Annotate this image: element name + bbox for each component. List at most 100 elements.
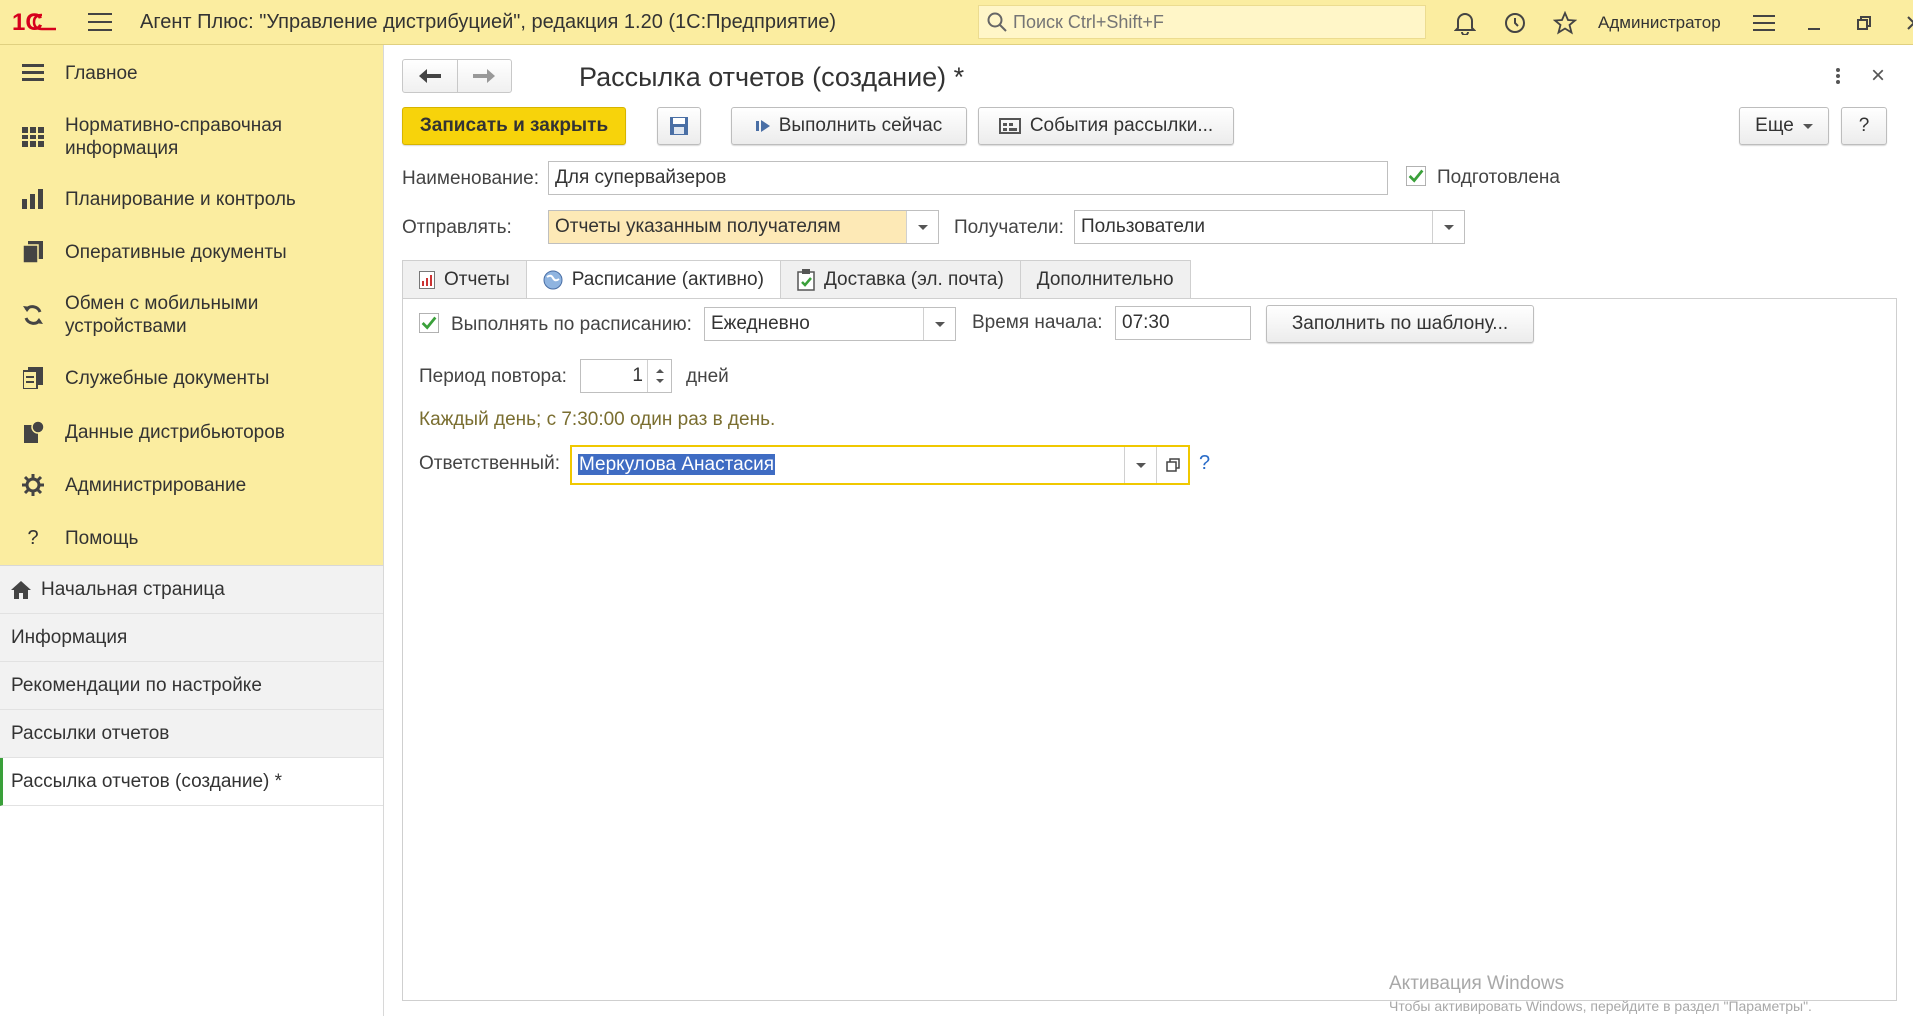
run-by-schedule-checkbox[interactable]: [419, 313, 439, 333]
repeat-period-field[interactable]: 1: [580, 359, 672, 393]
chevron-down-icon: [1443, 224, 1454, 230]
name-field[interactable]: Для супервайзеров: [548, 161, 1388, 195]
recipients-dropdown-button[interactable]: [1432, 211, 1464, 243]
chevron-down-icon: [934, 321, 945, 327]
sidebar-item-help[interactable]: ? Помощь: [0, 511, 383, 565]
report-icon: [419, 270, 435, 289]
app-title: Агент Плюс: "Управление дистрибуцией", р…: [140, 10, 837, 33]
responsible-label: Ответственный:: [419, 453, 560, 474]
sidebar-item-administration[interactable]: Администрирование: [0, 459, 383, 511]
windows-activation-text: Чтобы активировать Windows, перейдите в …: [1389, 998, 1812, 1014]
repeat-period-unit: дней: [686, 366, 729, 387]
save-button[interactable]: [657, 107, 701, 145]
responsible-field[interactable]: Меркулова Анастасия: [570, 445, 1190, 485]
forward-button[interactable]: [458, 60, 512, 92]
section-panel: Главное Нормативно-справочная информация…: [0, 45, 383, 565]
floppy-disk-icon: [670, 117, 688, 135]
tab-schedule[interactable]: Расписание (активно): [525, 260, 781, 299]
prepared-label: Подготовлена: [1437, 167, 1560, 188]
sync-icon: [20, 302, 46, 328]
schedule-frequency-select[interactable]: Ежедневно: [704, 307, 956, 341]
sidebar: Главное Нормативно-справочная информация…: [0, 45, 384, 1016]
minimize-icon[interactable]: [1789, 0, 1839, 45]
bar-chart-icon: [20, 186, 46, 212]
distributor-data-icon: [20, 419, 46, 445]
recipients-select[interactable]: Пользователи: [1074, 210, 1465, 244]
menu-list-icon: [20, 60, 46, 86]
documents-icon: [20, 239, 46, 265]
sidebar-item-reference[interactable]: Нормативно-справочная информация: [0, 101, 383, 173]
global-search[interactable]: [978, 5, 1426, 39]
title-bar: 1С Агент Плюс: "Управление дистрибуцией"…: [0, 0, 1913, 45]
sidebar-item-operational-docs[interactable]: Оперативные документы: [0, 225, 383, 279]
sidebar-item-main[interactable]: Главное: [0, 45, 383, 101]
form-area: Рассылка отчетов (создание) * × Записать…: [385, 45, 1913, 1016]
form-help-button[interactable]: ?: [1841, 107, 1887, 145]
start-time-field[interactable]: 07:30: [1115, 306, 1251, 340]
gear-icon: [20, 472, 46, 498]
bell-icon[interactable]: [1440, 0, 1490, 45]
favorites-star-icon[interactable]: [1540, 0, 1590, 45]
open-window-mailing-create[interactable]: Рассылка отчетов (создание) *: [0, 758, 383, 806]
spin-down-icon[interactable]: [655, 379, 664, 383]
back-button[interactable]: [403, 60, 458, 92]
responsible-value: Меркулова Анастасия: [578, 454, 776, 475]
chevron-down-icon: [1802, 123, 1813, 129]
frequency-dropdown-button[interactable]: [923, 308, 955, 340]
close-window-icon[interactable]: [1889, 0, 1913, 45]
home-icon: [11, 580, 31, 599]
name-label: Наименование:: [402, 168, 539, 189]
open-responsible-button[interactable]: [1156, 447, 1188, 483]
sidebar-item-service-docs[interactable]: Служебные документы: [0, 351, 383, 405]
open-window-report-mailings[interactable]: Рассылки отчетов: [0, 710, 383, 758]
mailing-events-button[interactable]: События рассылки...: [978, 107, 1234, 145]
form-more-icon[interactable]: [1825, 63, 1851, 89]
main-menu-icon[interactable]: [88, 13, 112, 31]
arrow-right-icon: [473, 69, 496, 83]
run-icon: [755, 119, 770, 133]
sidebar-item-planning[interactable]: Планирование и контроль: [0, 173, 383, 225]
prepared-checkbox[interactable]: [1406, 166, 1426, 186]
1c-logo: 1С: [12, 9, 62, 35]
close-form-icon[interactable]: ×: [1871, 62, 1885, 90]
responsible-dropdown-button[interactable]: [1124, 447, 1156, 483]
chevron-down-icon: [1135, 462, 1146, 468]
schedule-description: Каждый день; с 7:30:00 один раз в день.: [419, 409, 776, 430]
tab-delivery[interactable]: Доставка (эл. почта): [779, 260, 1021, 298]
search-input[interactable]: [1013, 11, 1413, 33]
history-icon[interactable]: [1490, 0, 1540, 45]
recipients-label: Получатели:: [954, 217, 1064, 238]
form-title: Рассылка отчетов (создание) *: [579, 62, 965, 92]
arrow-left-icon: [418, 69, 441, 83]
checkmark-icon: [419, 313, 439, 333]
send-mode-select[interactable]: Отчеты указанным получателям: [548, 210, 939, 244]
send-mode-dropdown-button[interactable]: [906, 211, 938, 243]
sidebar-item-mobile-exchange[interactable]: Обмен с мобильными устройствами: [0, 279, 383, 351]
sidebar-item-distributor-data[interactable]: Данные дистрибьюторов: [0, 405, 383, 459]
globe-icon: [543, 270, 563, 290]
more-actions-button[interactable]: Еще: [1739, 107, 1829, 145]
send-label: Отправлять:: [402, 217, 512, 238]
restore-window-icon[interactable]: [1839, 0, 1889, 45]
schedule-panel: Выполнять по расписанию: Ежедневно Время…: [402, 298, 1897, 1001]
period-spinner[interactable]: [647, 360, 671, 392]
tab-additional[interactable]: Дополнительно: [1019, 260, 1191, 298]
open-windows-list: Начальная страница Информация Рекомендац…: [0, 565, 383, 806]
current-user[interactable]: Администратор: [1598, 13, 1721, 33]
chevron-down-icon: [917, 224, 928, 230]
tab-reports[interactable]: Отчеты: [402, 260, 527, 298]
open-window-recommendations[interactable]: Рекомендации по настройке: [0, 662, 383, 710]
save-and-close-button[interactable]: Записать и закрыть: [402, 107, 626, 145]
spin-up-icon[interactable]: [655, 369, 664, 373]
open-window-home[interactable]: Начальная страница: [0, 566, 383, 614]
run-by-schedule-label: Выполнять по расписанию:: [451, 314, 692, 335]
form-tabs: Отчеты Расписание (активно) Доставка (эл…: [402, 260, 1191, 299]
question-icon: ?: [27, 526, 39, 549]
open-window-info[interactable]: Информация: [0, 614, 383, 662]
windows-activation-title: Активация Windows: [1389, 973, 1565, 994]
run-now-button[interactable]: Выполнить сейчас: [731, 107, 967, 145]
fill-by-template-button[interactable]: Заполнить по шаблону...: [1266, 305, 1534, 343]
settings-menu-icon[interactable]: [1739, 0, 1789, 45]
checkmark-icon: [1406, 166, 1426, 186]
responsible-help-icon[interactable]: ?: [1199, 452, 1210, 475]
